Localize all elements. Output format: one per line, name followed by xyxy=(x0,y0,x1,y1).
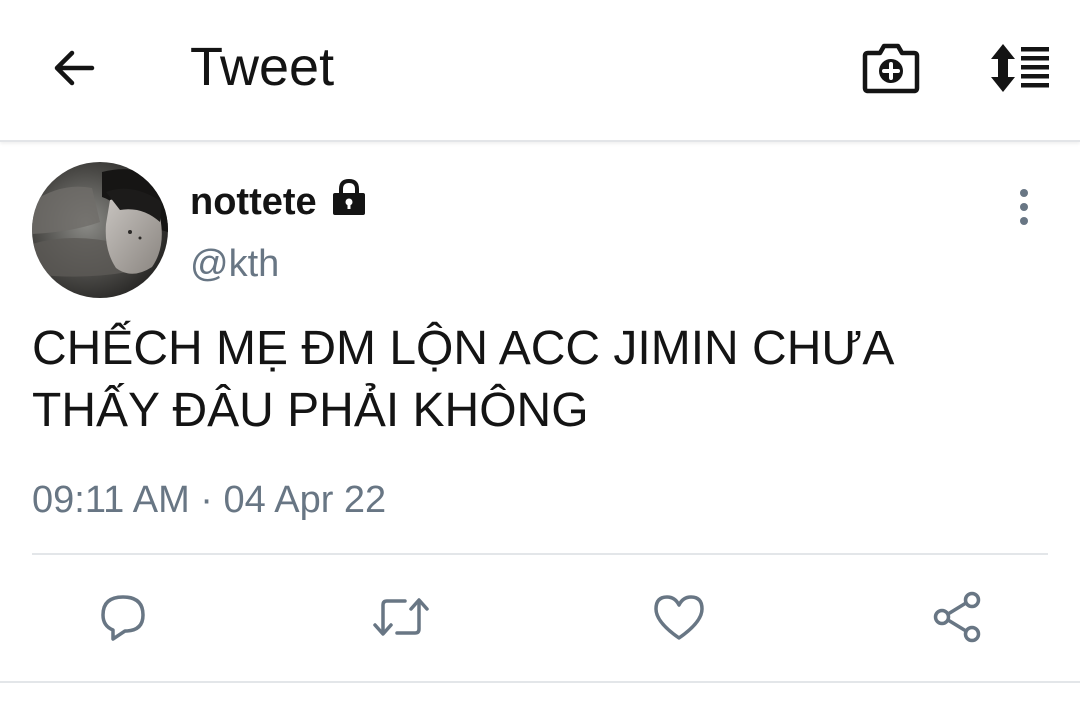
top-app-bar: Tweet xyxy=(0,0,1080,142)
tweet-text-line: CHẾCH MẸ ĐM LỘN ACC JIMIN CHƯA xyxy=(32,322,895,375)
retweet-button[interactable] xyxy=(369,585,433,649)
back-button[interactable] xyxy=(42,36,106,100)
camera-plus-icon xyxy=(862,43,920,94)
user-handle[interactable]: @kth xyxy=(190,240,279,288)
tweet-text: CHẾCH MẸ ĐM LỘN ACC JIMIN CHƯA THẤY ĐÂU … xyxy=(32,318,1032,442)
tweet-timestamp: 09:11 AM · 04 Apr 22 xyxy=(32,479,387,521)
avatar-photo xyxy=(32,162,168,298)
sort-list-icon xyxy=(991,44,1049,92)
tweet-detail-screen: Tweet nottete @kth CHẾCH MẸ ĐM LỘN ACC J… xyxy=(0,0,1080,711)
avatar[interactable] xyxy=(32,162,168,298)
retweet-icon xyxy=(373,598,429,636)
camera-button[interactable] xyxy=(858,36,924,100)
more-vertical-icon xyxy=(1020,189,1028,225)
display-name[interactable]: nottete xyxy=(190,178,317,226)
like-button[interactable] xyxy=(647,585,711,649)
reply-icon xyxy=(101,595,145,641)
back-arrow-icon xyxy=(54,50,95,86)
lock-icon xyxy=(329,177,369,217)
page-title: Tweet xyxy=(190,37,335,97)
share-button[interactable] xyxy=(925,585,989,649)
share-icon xyxy=(933,591,981,643)
reply-button[interactable] xyxy=(91,585,155,649)
divider xyxy=(0,681,1080,683)
more-options-button[interactable] xyxy=(1004,184,1044,230)
heart-icon xyxy=(654,595,704,640)
sort-button[interactable] xyxy=(980,36,1056,100)
divider xyxy=(32,553,1048,555)
tweet-text-line: THẤY ĐÂU PHẢI KHÔNG xyxy=(32,384,589,437)
